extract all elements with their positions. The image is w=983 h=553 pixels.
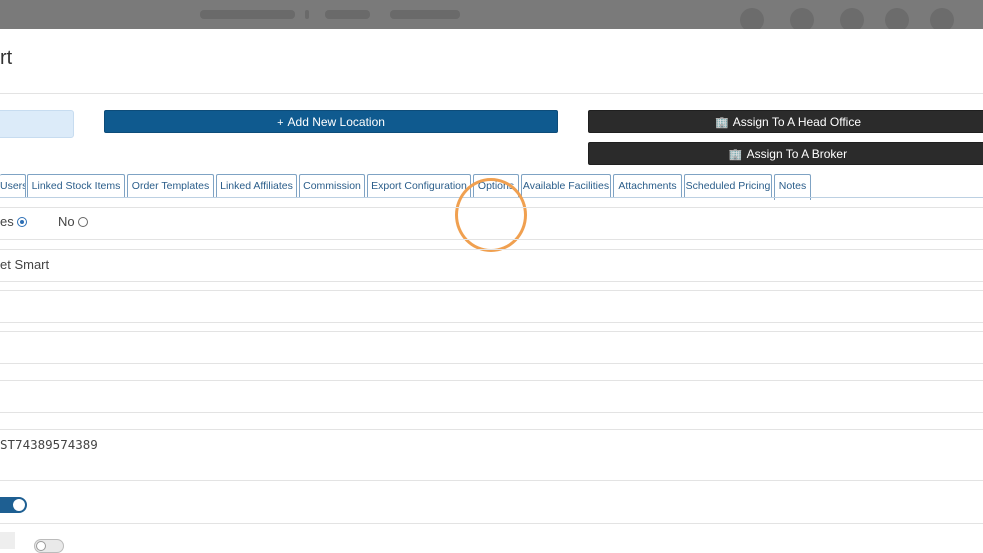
breadcrumb-item[interactable] bbox=[325, 10, 370, 19]
field-bottom bbox=[0, 322, 983, 323]
code-field-top bbox=[0, 429, 983, 430]
building-icon: 🏢 bbox=[728, 149, 743, 161]
building-icon: 🏢 bbox=[714, 117, 729, 129]
add-new-location-label: Add New Location bbox=[287, 115, 385, 129]
yes-label: es bbox=[0, 214, 14, 229]
divider bbox=[0, 239, 983, 240]
divider bbox=[0, 207, 983, 208]
assign-broker-button[interactable]: 🏢 Assign To A Broker bbox=[588, 142, 983, 165]
plus-icon: + bbox=[277, 117, 284, 129]
no-label: No bbox=[57, 214, 75, 229]
assign-broker-label: Assign To A Broker bbox=[746, 147, 848, 161]
yes-radio[interactable] bbox=[16, 217, 27, 227]
name-field[interactable]: et Smart bbox=[0, 257, 49, 272]
tab-underline bbox=[0, 197, 983, 198]
tab-linked-affiliates[interactable]: Linked Affiliates bbox=[216, 174, 297, 198]
tab-linked-stock-items[interactable]: Linked Stock Items bbox=[27, 174, 125, 198]
add-new-location-button[interactable]: + Add New Location bbox=[104, 110, 558, 133]
tab-scheduled-pricing[interactable]: Scheduled Pricing bbox=[684, 174, 772, 198]
name-field-bottom bbox=[0, 281, 983, 282]
field-bottom bbox=[0, 412, 983, 413]
tab-users[interactable]: Users bbox=[0, 174, 26, 198]
breadcrumb-separator bbox=[305, 10, 309, 19]
field-top bbox=[0, 290, 983, 291]
toggle-knob bbox=[36, 541, 46, 551]
secondary-button[interactable] bbox=[0, 110, 74, 138]
field-top bbox=[0, 380, 983, 381]
edit-panel: rt + Add New Location 🏢 Assign To A Head O… bbox=[0, 29, 983, 553]
breadcrumb[interactable] bbox=[200, 10, 295, 19]
tab-commission[interactable]: Commission bbox=[299, 174, 365, 198]
tab-options[interactable]: Options bbox=[473, 174, 519, 198]
name-field-top bbox=[0, 249, 983, 250]
top-navbar bbox=[0, 0, 983, 32]
code-textarea[interactable]: ST74389574389 bbox=[0, 437, 98, 452]
tab-attachments[interactable]: Attachments bbox=[613, 174, 682, 198]
field-bottom bbox=[0, 363, 983, 364]
breadcrumb-item[interactable] bbox=[390, 10, 460, 19]
code-field-bottom bbox=[0, 480, 983, 481]
divider bbox=[0, 93, 983, 94]
divider bbox=[0, 523, 983, 524]
tab-available-facilities[interactable]: Available Facilities bbox=[521, 174, 611, 198]
tab-export-configuration[interactable]: Export Configuration bbox=[367, 174, 471, 198]
toggle-switch-off[interactable] bbox=[34, 539, 64, 553]
yes-no-radio-group: es No bbox=[0, 214, 88, 229]
row-label-cell bbox=[0, 532, 15, 549]
field-top bbox=[0, 331, 983, 332]
tab-order-templates[interactable]: Order Templates bbox=[127, 174, 214, 198]
toggle-switch-on[interactable] bbox=[0, 497, 27, 513]
no-radio[interactable] bbox=[77, 217, 88, 227]
assign-head-office-button[interactable]: 🏢 Assign To A Head Office bbox=[588, 110, 983, 133]
assign-head-office-label: Assign To A Head Office bbox=[732, 115, 861, 129]
page-title: rt bbox=[0, 47, 13, 69]
toggle-knob bbox=[13, 499, 25, 511]
